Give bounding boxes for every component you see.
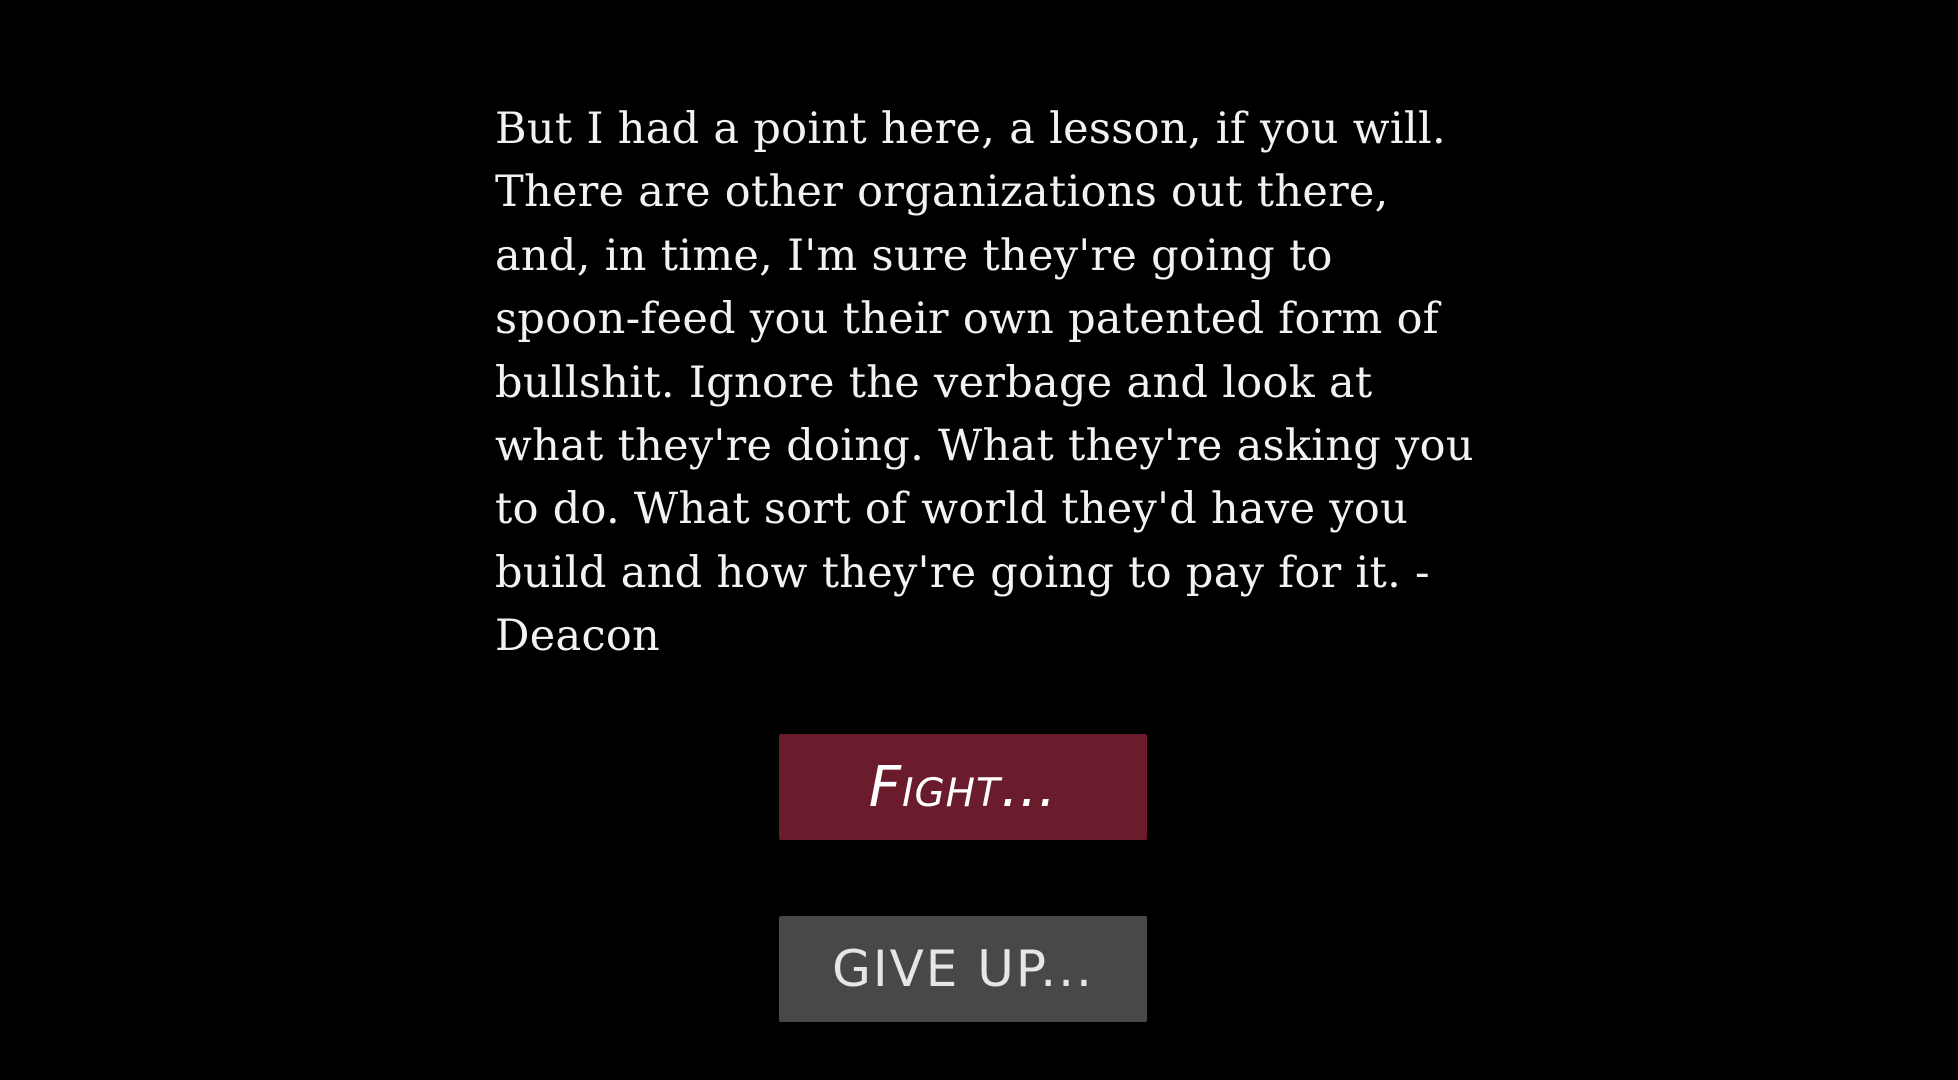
give-up-button[interactable]: GIVE UP...: [779, 916, 1147, 1022]
fight-button[interactable]: Fight...: [779, 734, 1147, 840]
deacon-quote-text: But I had a point here, a lesson, if you…: [495, 104, 1474, 662]
fight-button-label: Fight...: [868, 754, 1058, 820]
give-up-button-label: GIVE UP...: [832, 940, 1094, 998]
game-screen: But I had a point here, a lesson, if you…: [0, 0, 1958, 1080]
